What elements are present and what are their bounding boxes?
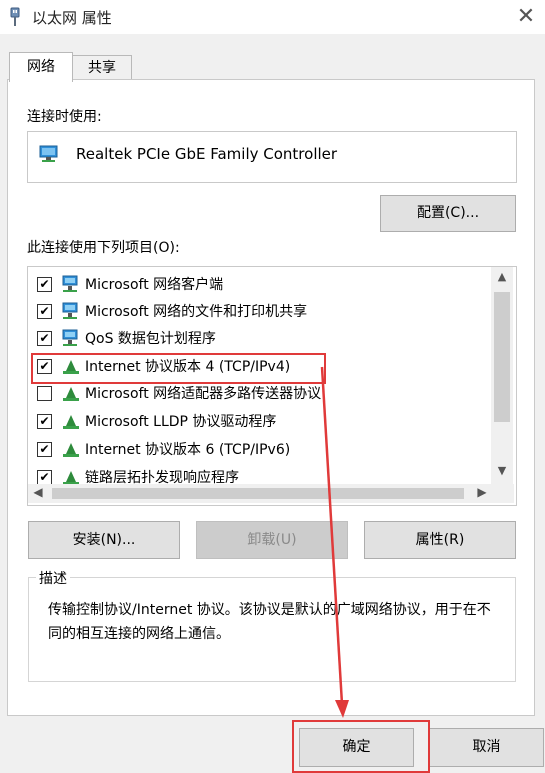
tab-network[interactable]: 网络 — [9, 52, 73, 82]
description-text: 传输控制协议/Internet 协议。该协议是默认的广域网络协议，用于在不同的相… — [48, 602, 491, 642]
list-item-label: Microsoft LLDP 协议驱动程序 — [85, 414, 277, 430]
cancel-button[interactable]: 取消 — [429, 728, 544, 767]
items-label: 此连接使用下列项目(O): — [27, 240, 180, 256]
protocol-icon — [63, 387, 79, 401]
list-item[interactable]: ✔ Microsoft LLDP 协议驱动程序 — [37, 410, 497, 434]
chevron-down-icon[interactable]: ▼ — [491, 464, 513, 478]
items-list: ✔ Microsoft 网络客户端 ✔ Microsoft 网络的文件和打印机共… — [27, 266, 517, 506]
highlight-ok-box — [292, 720, 430, 773]
network-service-icon — [62, 329, 78, 346]
checkbox[interactable]: ✔ — [37, 304, 52, 319]
network-client-icon — [62, 275, 78, 292]
highlight-ipv4-box — [31, 353, 326, 384]
properties-button[interactable]: 属性(R) — [364, 521, 516, 559]
configure-button[interactable]: 配置(C)... — [380, 195, 516, 232]
list-item[interactable]: ✔ QoS 数据包计划程序 — [37, 327, 497, 351]
list-item-label: Microsoft 网络客户端 — [85, 277, 224, 293]
horizontal-scroll-thumb[interactable] — [52, 488, 464, 499]
adapter-name: Realtek PCIe GbE Family Controller — [76, 145, 338, 163]
chevron-right-icon[interactable]: ▶ — [474, 485, 490, 502]
vertical-scroll-thumb[interactable] — [494, 292, 510, 422]
list-item[interactable]: Microsoft 网络适配器多路传送器协议 — [37, 382, 497, 406]
network-service-icon — [62, 302, 78, 319]
checkbox[interactable]: ✔ — [37, 331, 52, 346]
network-adapter-icon — [39, 145, 58, 162]
list-item[interactable]: ✔ Microsoft 网络客户端 — [37, 273, 497, 297]
protocol-icon — [63, 415, 79, 429]
checkbox[interactable]: ✔ — [37, 277, 52, 292]
close-icon[interactable]: ✕ — [512, 4, 540, 30]
list-item-label: Microsoft 网络适配器多路传送器协议 — [85, 386, 322, 402]
chevron-up-icon[interactable]: ▲ — [491, 270, 513, 284]
checkbox[interactable]: ✔ — [37, 442, 52, 457]
install-button[interactable]: 安装(N)... — [28, 521, 180, 559]
checkbox[interactable]: ✔ — [37, 470, 52, 485]
list-item-label: QoS 数据包计划程序 — [85, 331, 216, 347]
connect-using-label: 连接时使用: — [27, 109, 102, 125]
description-legend: 描述 — [36, 568, 70, 588]
protocol-icon — [63, 443, 79, 457]
tab-sharing[interactable]: 共享 — [72, 55, 132, 81]
window-title: 以太网 属性 — [32, 9, 112, 27]
checkbox[interactable] — [37, 386, 52, 401]
network-cable-icon — [10, 7, 20, 26]
uninstall-button[interactable]: 卸载(U) — [196, 521, 348, 559]
checkbox[interactable]: ✔ — [37, 414, 52, 429]
list-item-label: Internet 协议版本 6 (TCP/IPv6) — [85, 442, 291, 458]
list-item[interactable]: ✔ Internet 协议版本 6 (TCP/IPv6) — [37, 438, 497, 462]
chevron-left-icon[interactable]: ◀ — [30, 485, 46, 502]
list-item-label: Microsoft 网络的文件和打印机共享 — [85, 304, 308, 320]
list-item[interactable]: ✔ Microsoft 网络的文件和打印机共享 — [37, 300, 497, 324]
